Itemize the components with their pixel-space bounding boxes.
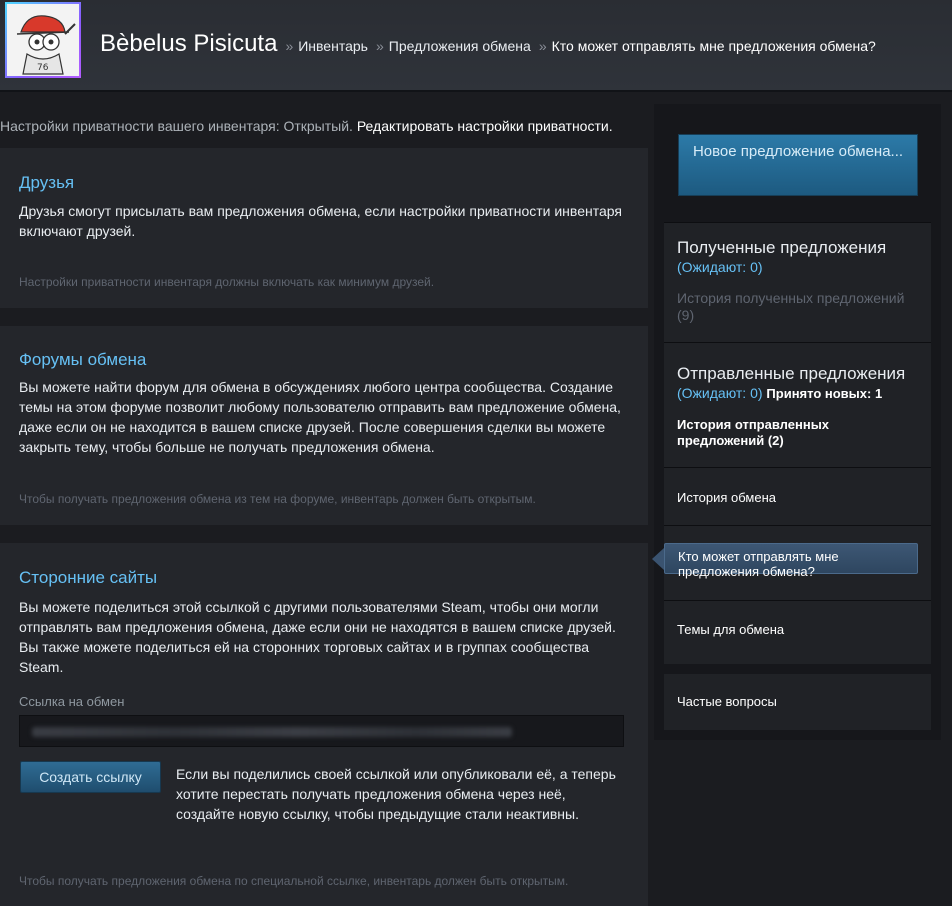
privacy-status: Настройки приватности вашего инвентаря: … [0,118,613,134]
create-link-description: Если вы поделились своей ссылкой или опу… [176,766,616,822]
sent-pending-row: (Ожидают: 0) Принято новых: 1 [677,385,882,401]
received-offers-section: Полученные предложения (Ожидают: 0) Исто… [664,223,931,342]
sent-offers-section: Отправленные предложения (Ожидают: 0) Пр… [664,343,931,467]
breadcrumb-trade-offers[interactable]: Предложения обмена [389,38,531,54]
sent-pending-count[interactable]: (Ожидают: 0) [677,385,763,401]
edit-privacy-link[interactable]: Редактировать настройки приватности. [357,118,613,134]
friends-description: Друзья смогут присылать вам предложения … [19,203,622,239]
trade-forums-description: Вы можете найти форум для обмена в обсуж… [19,379,621,455]
privacy-status-text: Настройки приватности вашего инвентаря: … [0,118,353,134]
breadcrumb-separator: » [285,38,294,54]
trade-link-label: Ссылка на обмен [19,694,125,709]
third-party-sites-panel: Сторонние сайты Вы можете поделиться это… [0,543,648,906]
active-item-arrow-icon [652,548,664,570]
received-offers-title[interactable]: Полученные предложения [677,238,886,258]
friends-title: Друзья [19,173,75,192]
trade-forums-note: Чтобы получать предложения обмена из тем… [19,492,536,506]
avatar-image: 76 [7,4,79,76]
received-history-link[interactable]: История полученных предложений (9) [677,290,917,324]
profile-header: 76 Bèbelus Pisicuta » Инвентарь » Предло… [0,0,952,92]
trade-offers-sidebar: Новое предложение обмена... Полученные п… [654,104,941,740]
trade-link-blurred-value [32,727,512,737]
third-party-note: Чтобы получать предложения обмена по спе… [19,874,569,888]
breadcrumb-current: Кто может отправлять мне предложения обм… [551,38,876,54]
breadcrumb-separator: » [538,38,547,54]
trade-topics-link[interactable]: Темы для обмена [677,622,917,638]
trade-history-section: История обмена [664,468,931,525]
third-party-title: Сторонние сайты [19,568,158,587]
friends-panel: Друзья Друзья смогут присылать вам предл… [0,148,648,308]
trade-link-field[interactable] [19,715,624,747]
trade-forums-panel: Форумы обмена Вы можете найти форум для … [0,326,648,525]
new-trade-offer-button[interactable]: Новое предложение обмена... [678,134,918,196]
sent-history-link[interactable]: История отправленных предложений (2) [677,417,917,449]
trade-forums-title: Форумы обмена [19,350,147,369]
avatar-drawing-icon: 76 [7,4,79,76]
faq-link[interactable]: Частые вопросы [677,694,917,710]
avatar[interactable]: 76 [5,2,81,78]
friends-note: Настройки приватности инвентаря должны в… [19,275,435,289]
who-can-send-label: Кто может отправлять мне предложения обм… [678,549,839,579]
breadcrumb-separator: » [375,38,384,54]
breadcrumb-inventory[interactable]: Инвентарь [298,38,368,54]
breadcrumb: Bèbelus Pisicuta » Инвентарь » Предложен… [100,30,876,58]
received-pending-count[interactable]: (Ожидают: 0) [677,259,763,275]
sidebar-item-who-can-send[interactable]: Кто может отправлять мне предложения обм… [664,543,918,579]
trade-history-link[interactable]: История обмена [677,490,917,506]
faq-section: Частые вопросы [664,674,931,730]
trade-topics-section: Темы для обмена [664,601,931,664]
svg-text:76: 76 [37,63,49,73]
third-party-description: Вы можете поделиться этой ссылкой с друг… [19,599,616,675]
profile-username[interactable]: Bèbelus Pisicuta [100,30,277,58]
sent-accepted-count: Принято новых: 1 [766,386,883,401]
create-link-button[interactable]: Создать ссылку [20,761,161,793]
sent-offers-title[interactable]: Отправленные предложения [677,364,905,384]
